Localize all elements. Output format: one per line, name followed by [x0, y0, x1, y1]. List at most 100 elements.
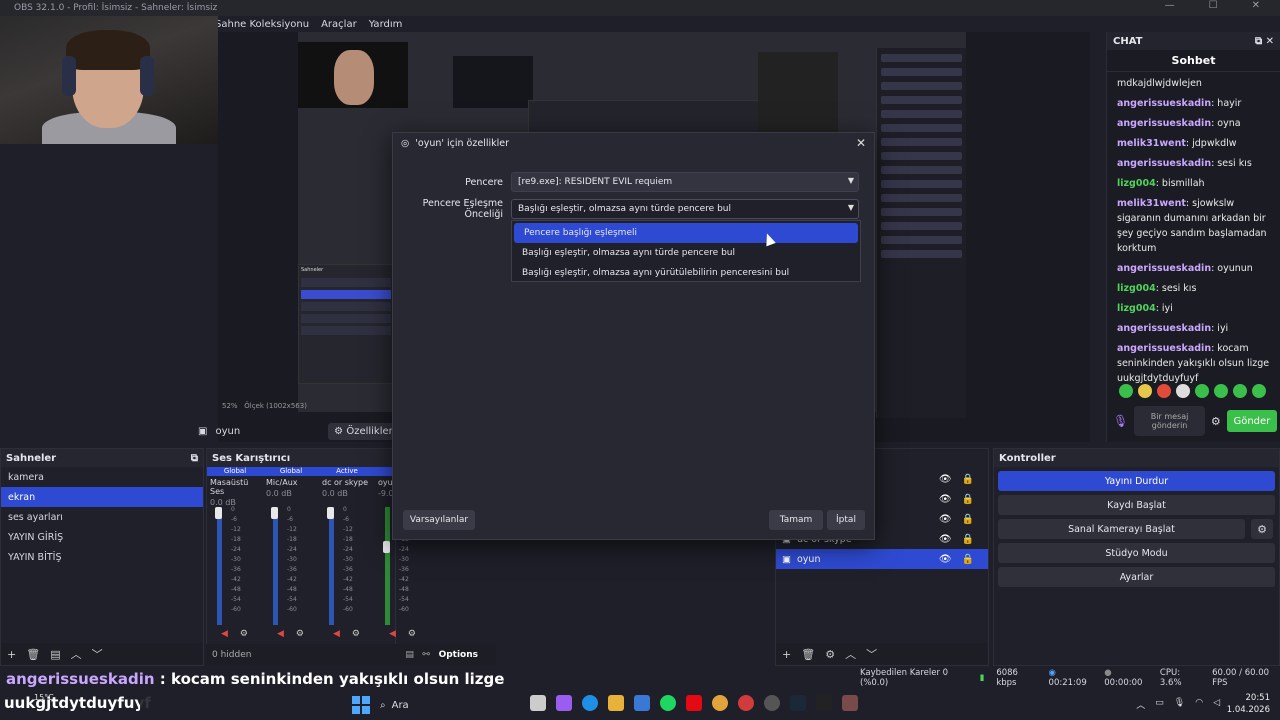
- dropdown-option[interactable]: Pencere başlığı eşleşmeli: [514, 223, 858, 243]
- chat-username[interactable]: angerissueskadin: [1117, 158, 1211, 169]
- emote-icon[interactable]: [1138, 384, 1152, 398]
- lock-icon[interactable]: 🔒: [962, 474, 974, 485]
- lock-icon[interactable]: 🔒: [962, 494, 974, 505]
- chrome-icon[interactable]: [712, 695, 728, 711]
- volume-fader[interactable]: [215, 507, 222, 519]
- gear-icon[interactable]: ⚙: [408, 629, 416, 639]
- opera-icon[interactable]: [738, 695, 754, 711]
- mute-icon[interactable]: ◀: [333, 629, 340, 639]
- eye-icon[interactable]: 👁: [939, 494, 952, 505]
- chat-username[interactable]: lizg004: [1117, 283, 1156, 294]
- undock-icon[interactable]: ⧉: [191, 453, 198, 464]
- windows-start-icon[interactable]: [352, 696, 370, 714]
- eye-icon[interactable]: 👁: [939, 554, 952, 565]
- network-icon[interactable]: ▭: [1155, 698, 1164, 711]
- up-icon[interactable]: ︿: [845, 646, 856, 662]
- add-icon[interactable]: +: [7, 648, 16, 661]
- studio-mode-button[interactable]: Stüdyo Modu: [998, 543, 1275, 563]
- minimize-icon[interactable]: —: [1165, 0, 1175, 11]
- dropdown-option[interactable]: Başlığı eşleştir, olmazsa aynı türde pen…: [512, 243, 860, 263]
- scene-item[interactable]: kamera: [1, 467, 203, 487]
- volume-fader[interactable]: [327, 507, 334, 519]
- stop-streaming-button[interactable]: Yayını Durdur: [998, 471, 1275, 491]
- virtual-camera-settings-icon[interactable]: ⚙: [1251, 519, 1273, 539]
- properties-button[interactable]: ⚙ Özellikler: [328, 422, 399, 440]
- gear-icon[interactable]: ⚙: [1211, 415, 1221, 428]
- volume-icon[interactable]: ◁: [1213, 698, 1220, 711]
- eye-icon[interactable]: 👁: [939, 474, 952, 485]
- channel-name[interactable]: Mic/Aux: [263, 476, 319, 489]
- link-icon[interactable]: ⚯: [422, 650, 430, 660]
- emote-icon[interactable]: [1214, 384, 1228, 398]
- eye-icon[interactable]: 👁: [939, 534, 952, 545]
- volume-fader[interactable]: [271, 507, 278, 519]
- lock-icon[interactable]: 🔒: [962, 554, 974, 565]
- lock-icon[interactable]: 🔒: [962, 534, 974, 545]
- volume-fader[interactable]: [383, 541, 390, 553]
- scene-item[interactable]: YAYIN GİRİŞ: [1, 527, 203, 547]
- menu-scene-collection[interactable]: Sahne Koleksiyonu: [215, 19, 309, 30]
- scene-item[interactable]: YAYIN BİTİŞ: [1, 547, 203, 567]
- chat-username[interactable]: melik31went: [1117, 138, 1186, 149]
- menu-help[interactable]: Yardım: [369, 19, 403, 30]
- defaults-button[interactable]: Varsayılanlar: [403, 510, 475, 530]
- file-explorer-icon[interactable]: [608, 695, 624, 711]
- mic-icon[interactable]: 🎙: [1174, 698, 1185, 711]
- chat-username[interactable]: angerissueskadin: [1117, 263, 1211, 274]
- start-virtual-camera-button[interactable]: Sanal Kamerayı Başlat: [998, 519, 1245, 539]
- gear-icon[interactable]: ⚙: [296, 629, 304, 639]
- close-icon[interactable]: ✕: [856, 136, 866, 150]
- maximize-icon[interactable]: ☐: [1209, 0, 1218, 11]
- copilot-icon[interactable]: [556, 695, 572, 711]
- emote-icon[interactable]: [1157, 384, 1171, 398]
- menu-tools[interactable]: Araçlar: [321, 19, 357, 30]
- netflix-icon[interactable]: [686, 695, 702, 711]
- ok-button[interactable]: Tamam: [769, 510, 823, 530]
- chat-username[interactable]: lizg004: [1117, 178, 1156, 189]
- mic-icon[interactable]: 🎙: [1113, 414, 1128, 428]
- chat-username[interactable]: melik31went: [1117, 198, 1186, 209]
- trash-icon[interactable]: 🗑: [26, 648, 40, 661]
- match-priority-select[interactable]: Başlığı eşleştir, olmazsa aynı türde pen…: [511, 199, 859, 219]
- settings-button[interactable]: Ayarlar: [998, 567, 1275, 587]
- chat-input[interactable]: Bir mesaj gönderin: [1134, 406, 1205, 436]
- mute-icon[interactable]: ◀: [277, 629, 284, 639]
- spotify-icon[interactable]: [660, 695, 676, 711]
- send-button[interactable]: Gönder: [1226, 410, 1277, 432]
- clock[interactable]: 20:51 1.04.2026: [1227, 692, 1270, 716]
- task-view-icon[interactable]: [530, 695, 546, 711]
- store-icon[interactable]: [634, 695, 650, 711]
- steam-icon[interactable]: [790, 695, 806, 711]
- game-icon[interactable]: [816, 695, 832, 711]
- chat-username[interactable]: angerissueskadin: [1117, 343, 1211, 354]
- mute-icon[interactable]: ◀: [221, 629, 228, 639]
- scene-item[interactable]: ses ayarları: [1, 507, 203, 527]
- emote-icon[interactable]: [1176, 384, 1190, 398]
- gear-icon[interactable]: ⚙: [240, 629, 248, 639]
- chevron-up-icon[interactable]: ︿: [1136, 698, 1145, 711]
- eye-icon[interactable]: 👁: [939, 514, 952, 525]
- undock-close-icon[interactable]: ⧉ ✕: [1255, 36, 1274, 47]
- channel-name[interactable]: Masaüstü Ses: [207, 476, 263, 498]
- taskbar-search[interactable]: ⌕ Ara: [380, 695, 520, 715]
- wifi-icon[interactable]: ◠: [1195, 698, 1203, 711]
- emote-icon[interactable]: [1252, 384, 1266, 398]
- down-icon[interactable]: ﹀: [866, 646, 877, 662]
- emote-icon[interactable]: [1119, 384, 1133, 398]
- close-icon[interactable]: ✕: [1252, 0, 1260, 11]
- layout-icon[interactable]: ▤: [405, 650, 414, 660]
- up-icon[interactable]: ︿: [71, 646, 82, 662]
- trash-icon[interactable]: 🗑: [801, 648, 815, 661]
- scene-item[interactable]: ekran: [1, 487, 203, 507]
- mute-icon[interactable]: ◀: [389, 629, 396, 639]
- app-icon[interactable]: [842, 695, 858, 711]
- dropdown-option[interactable]: Başlığı eşleştir, olmazsa aynı yürütüleb…: [512, 263, 860, 283]
- start-recording-button[interactable]: Kaydı Başlat: [998, 495, 1275, 515]
- channel-name[interactable]: dc or skype: [319, 476, 375, 489]
- emote-icon[interactable]: [1233, 384, 1247, 398]
- lock-icon[interactable]: 🔒: [962, 514, 974, 525]
- edge-icon[interactable]: [582, 695, 598, 711]
- emote-icon[interactable]: [1195, 384, 1209, 398]
- obs-icon[interactable]: [764, 695, 780, 711]
- chat-username[interactable]: lizg004: [1117, 303, 1156, 314]
